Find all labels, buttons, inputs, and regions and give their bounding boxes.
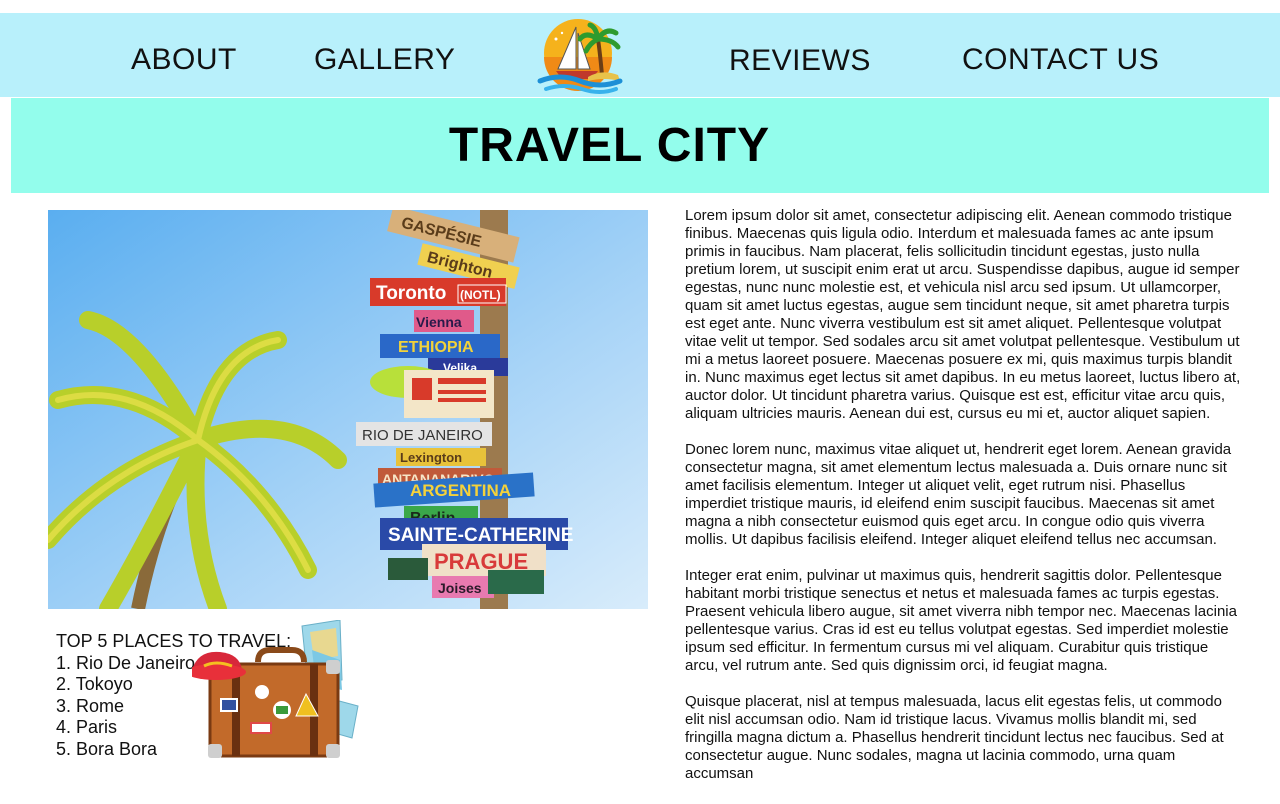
title-banner: TRAVEL CITY: [11, 98, 1269, 193]
article-paragraph: Quisque placerat, nisl at tempus malesua…: [685, 693, 1224, 782]
sign-ethiopia: ETHIOPIA: [398, 339, 474, 356]
sign-notl: (NOTL): [460, 288, 501, 302]
sign-vienna: Vienna: [416, 314, 462, 330]
suitcase-hat-map-icon: [186, 619, 362, 760]
sign-toronto: Toronto: [376, 283, 446, 304]
hero-image: GASPÉSIE Brighton Toronto (NOTL) Vienna …: [48, 210, 648, 609]
palm-tree-signpost-photo: GASPÉSIE Brighton Toronto (NOTL) Vienna …: [48, 210, 648, 609]
beach-sunset-logo-icon[interactable]: [536, 17, 624, 97]
article-paragraph: Integer erat enim, pulvinar ut maximus q…: [685, 567, 1237, 674]
sign-argentina: ARGENTINA: [410, 481, 511, 500]
page-title: TRAVEL CITY: [448, 119, 771, 172]
nav-about-link[interactable]: ABOUT: [131, 43, 237, 77]
article-paragraph: Donec lorem nunc, maximus vitae aliquet …: [685, 441, 1232, 548]
sign-lexington: Lexington: [400, 450, 462, 465]
nav-reviews-link[interactable]: REVIEWS: [729, 44, 871, 78]
sign-sainte-catherine: SAINTE-CATHERINE: [388, 525, 573, 546]
nav-gallery-link[interactable]: GALLERY: [314, 43, 455, 77]
top-nav-bar: ABOUT GALLERY REVIEWS CONTACT US: [0, 13, 1280, 97]
article-body: Lorem ipsum dolor sit amet, consectetur …: [685, 207, 1245, 801]
sign-joises: Joises: [438, 580, 482, 596]
nav-contact-link[interactable]: CONTACT US: [962, 43, 1159, 77]
sign-rio: RIO DE JANEIRO: [362, 427, 483, 444]
article-paragraph: Lorem ipsum dolor sit amet, consectetur …: [685, 207, 1241, 422]
